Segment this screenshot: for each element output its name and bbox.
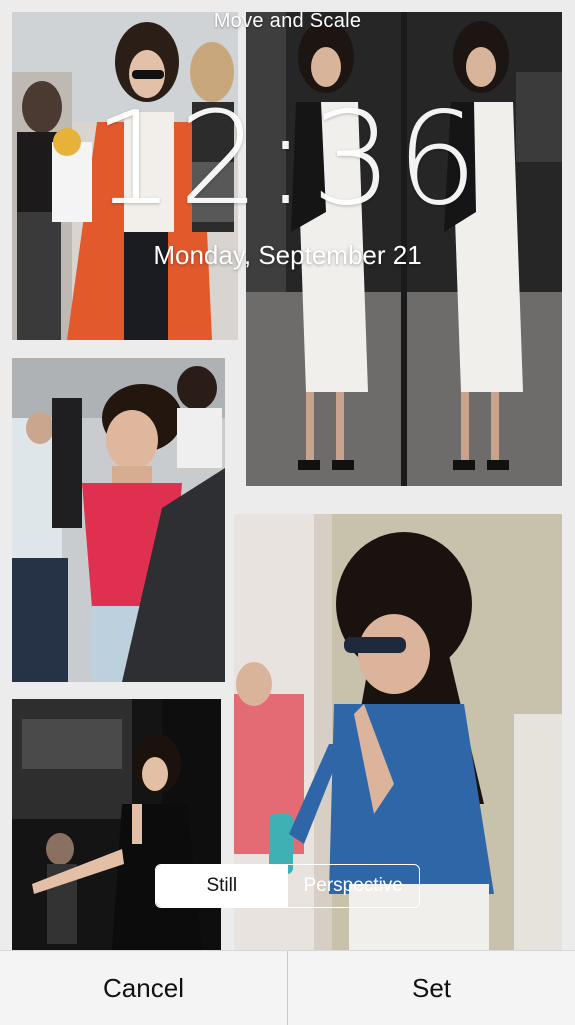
lockscreen-date: Monday, September 21 (153, 240, 422, 270)
action-bar: Cancel Set (0, 950, 575, 1025)
cancel-button[interactable]: Cancel (0, 951, 287, 1025)
wallpaper-mode-toggle: Still Perspective (155, 864, 420, 908)
perspective-option[interactable]: Perspective (288, 865, 420, 907)
collage-photo-red-top (12, 358, 225, 682)
page-title: Move and Scale (213, 10, 362, 32)
lockscreen-time: 12:36 (93, 85, 482, 234)
set-button[interactable]: Set (288, 951, 575, 1025)
collage-photo-black-dress (12, 699, 221, 950)
still-option[interactable]: Still (156, 865, 288, 907)
